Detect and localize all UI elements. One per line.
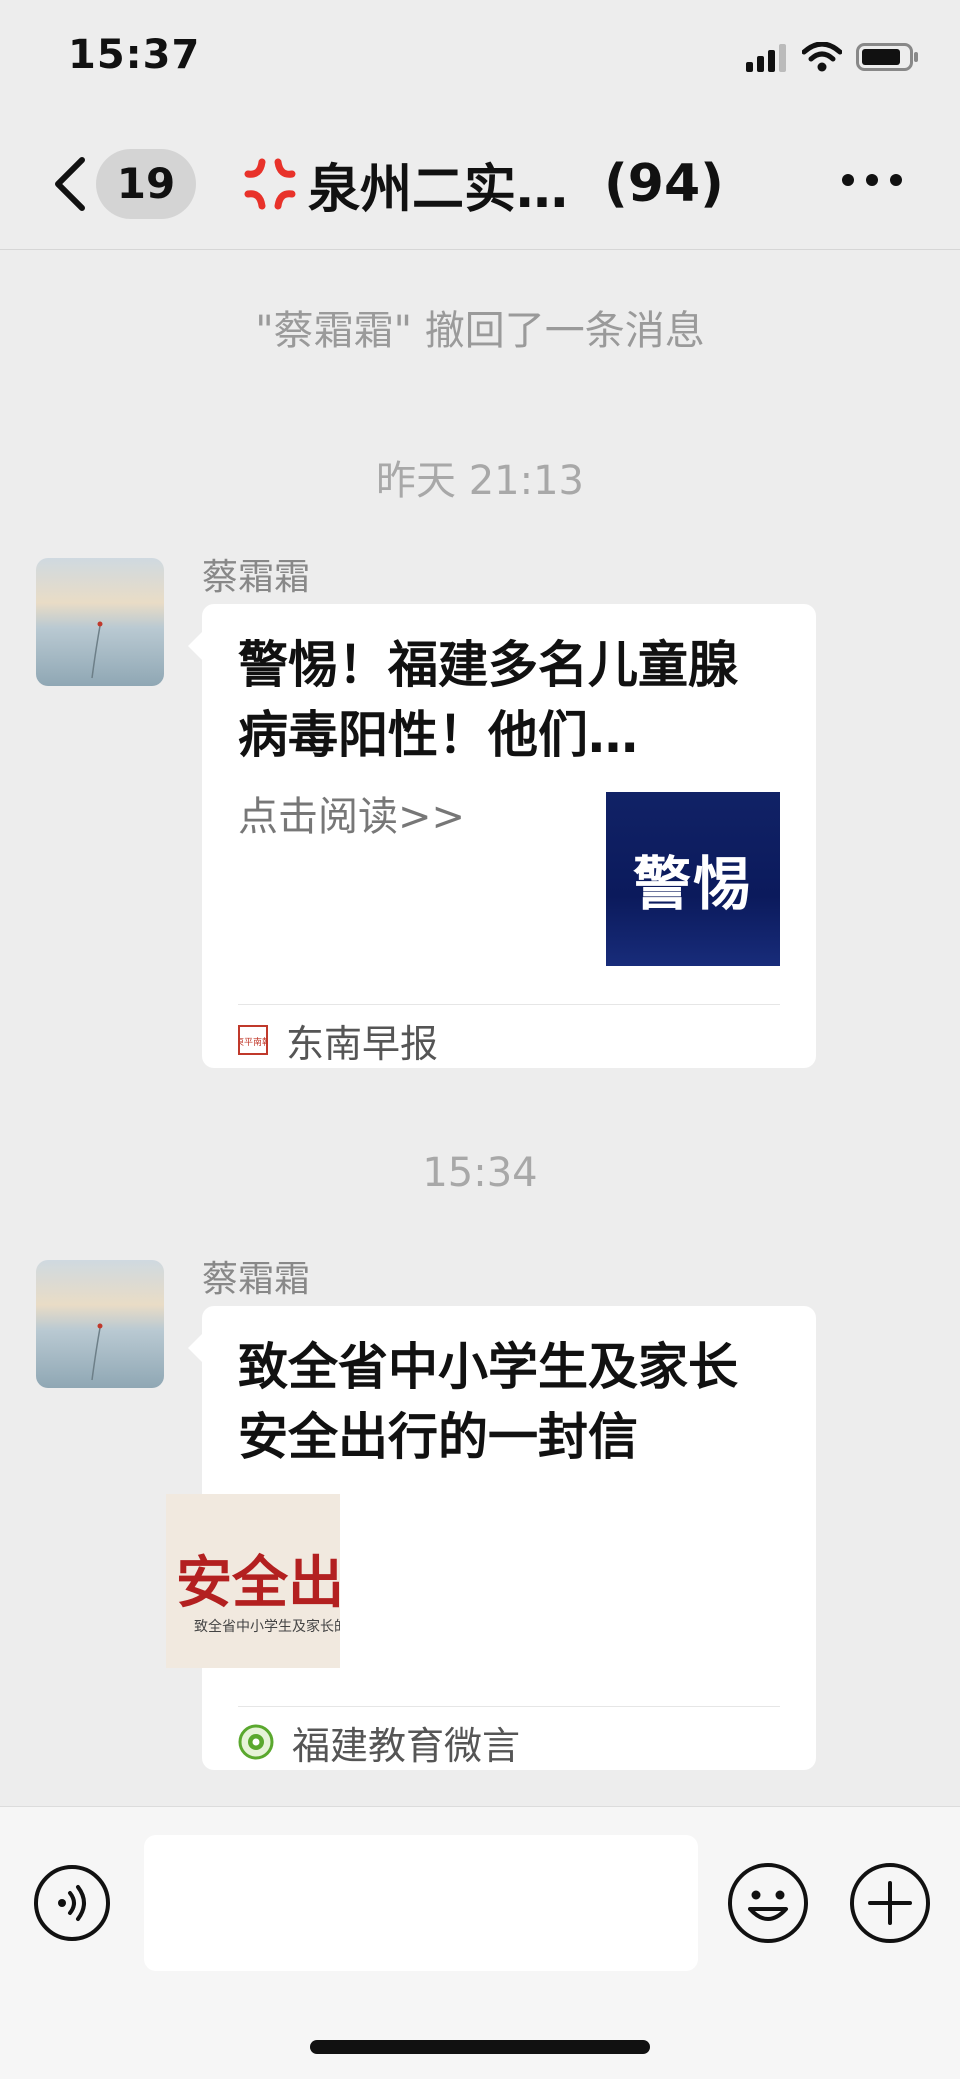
article-thumbnail: 警惕 (606, 792, 780, 966)
source-name: 福建教育微言 (292, 1723, 521, 1768)
article-description: 点击阅读>> (238, 794, 466, 840)
input-bar (0, 1806, 960, 2079)
chat-title[interactable]: 泉州二实… (94) (240, 148, 724, 220)
education-logo-icon (238, 1724, 274, 1760)
card-divider (238, 1706, 780, 1707)
home-indicator[interactable] (310, 2040, 650, 2054)
sender-name: 蔡霜霜 (202, 557, 311, 598)
article-source: 東平南報 东南早报 (238, 1012, 438, 1068)
article-card[interactable]: 致全省中小学生及家长安全出行的一封信 安全出行 致全省中小学生及家长的 福建教育… (166, 1306, 816, 1770)
avatar-image (36, 1260, 164, 1388)
unread-count-badge[interactable]: 19 (96, 149, 196, 219)
chevron-left-icon[interactable] (48, 154, 92, 214)
article-thumbnail: 安全出行 致全省中小学生及家长的 (166, 1494, 340, 1668)
more-dot (866, 174, 878, 186)
more-dot (842, 174, 854, 186)
source-name: 东南早报 (286, 1021, 439, 1066)
more-icon[interactable] (842, 174, 902, 186)
avatar[interactable] (36, 558, 164, 686)
member-count: (94) (604, 154, 724, 214)
chat-header: 19 泉州二实… (94) (0, 118, 960, 250)
avatar-image (36, 558, 164, 686)
voice-icon[interactable] (32, 1863, 112, 1943)
message-input[interactable] (144, 1835, 698, 1971)
thumbnail-subtitle: 致全省中小学生及家长的 (194, 1619, 340, 1635)
newspaper-logo-icon: 東平南報 (238, 1025, 268, 1055)
article-title: 警惕！福建多名儿童腺病毒阳性！他们… (238, 636, 738, 764)
more-dot (890, 174, 902, 186)
plus-icon[interactable] (848, 1861, 932, 1945)
battery-icon (856, 43, 918, 71)
thumbnail-headline: 安全出行 (176, 1550, 340, 1616)
timestamp: 昨天 21:13 (376, 458, 584, 504)
avatar[interactable] (36, 1260, 164, 1388)
article-title: 致全省中小学生及家长安全出行的一封信 (238, 1338, 738, 1466)
status-bar: 15:37 (0, 0, 960, 118)
chat-title-text: 泉州二实… (308, 159, 569, 220)
newspaper-logo-text: 東平南報 (238, 1036, 268, 1048)
recall-notice: "蔡霜霜" 撤回了一条消息 (255, 308, 705, 354)
card-divider (238, 1004, 780, 1005)
status-time: 15:37 (68, 32, 201, 78)
emoji-icon[interactable] (726, 1861, 810, 1945)
sender-name: 蔡霜霜 (202, 1259, 311, 1300)
signal-icon (746, 44, 786, 72)
status-icons (746, 42, 920, 72)
timestamp: 15:34 (422, 1150, 538, 1196)
article-source: 福建教育微言 (238, 1714, 520, 1770)
article-card[interactable]: 警惕！福建多名儿童腺病毒阳性！他们… 点击阅读>> 警惕 東平南報 东南早报 (188, 604, 816, 1068)
anger-emoji-icon (244, 158, 296, 210)
wifi-icon (802, 42, 842, 72)
thumbnail-text: 警惕 (632, 850, 753, 918)
